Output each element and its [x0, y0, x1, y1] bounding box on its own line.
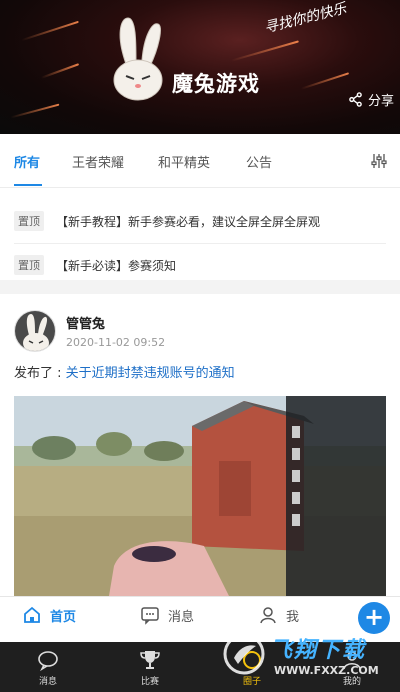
sys-tab-messages[interactable]: 消息 — [18, 648, 78, 687]
post-timestamp: 2020-11-02 09:52 — [66, 336, 166, 349]
notice-title: 【新手教程】新手参赛必看，建议全屏全屏全屏观 — [56, 214, 321, 229]
user-icon — [260, 607, 276, 624]
bunny-logo-icon — [113, 17, 163, 101]
share-label: 分享 — [367, 94, 394, 109]
slogan: 寻找你的快乐 — [262, 0, 349, 37]
share-icon — [349, 92, 362, 107]
nav-messages[interactable]: 消息 — [140, 605, 194, 625]
post-link[interactable]: 关于近期封禁违规账号的通知 — [66, 366, 235, 381]
divider — [14, 243, 386, 244]
nav-me-label: 我 — [286, 609, 300, 625]
share-button[interactable]: 分享 — [348, 90, 394, 109]
active-tab-indicator — [14, 184, 42, 186]
category-tabs: 所有 王者荣耀 和平精英 公告 — [0, 134, 400, 188]
site-watermark: 飞翔下载 WWW.FXXZ.COM — [222, 628, 398, 688]
section-spacer — [0, 280, 400, 294]
chat-bubble-icon — [38, 651, 58, 672]
nav-home-label: 首页 — [50, 609, 77, 625]
home-icon — [24, 606, 40, 623]
nav-home[interactable]: 首页 — [22, 605, 76, 625]
sys-tab-contest[interactable]: 比赛 — [120, 648, 180, 687]
post-content: 发布了 : 关于近期封禁违规账号的通知 — [14, 362, 235, 381]
post-prefix: 发布了 : — [14, 366, 66, 381]
notice-title: 【新手必读】参赛须知 — [56, 258, 177, 273]
brand-title: 魔兔游戏 — [172, 72, 260, 96]
avatar[interactable] — [14, 310, 56, 352]
post-image[interactable] — [14, 396, 386, 596]
post-author[interactable]: 管管兔 — [66, 313, 105, 332]
pin-badge: 置顶 — [14, 211, 44, 231]
nav-me[interactable]: 我 — [258, 605, 299, 625]
pinned-notice[interactable]: 置顶 【新手教程】新手参赛必看，建议全屏全屏全屏观 — [14, 203, 386, 239]
pinned-notice[interactable]: 置顶 【新手必读】参赛须知 — [14, 247, 386, 283]
tab-announcement[interactable]: 公告 — [246, 152, 272, 171]
bunny-avatar-icon — [15, 311, 55, 351]
tab-honor-of-kings[interactable]: 王者荣耀 — [72, 152, 124, 171]
watermark-url: WWW.FXXZ.COM — [274, 664, 379, 677]
watermark-logo-icon — [223, 633, 265, 675]
tab-all[interactable]: 所有 — [14, 152, 40, 171]
sys-tab-label: 消息 — [38, 677, 57, 687]
trophy-icon — [140, 651, 160, 669]
header-banner: 魔兔游戏 寻找你的快乐 分享 — [0, 0, 400, 134]
tab-peace-elite[interactable]: 和平精英 — [158, 152, 210, 171]
nav-messages-label: 消息 — [168, 609, 195, 625]
watermark-title: 飞翔下载 — [270, 638, 367, 663]
game-screenshot-image — [14, 396, 386, 596]
pin-badge: 置顶 — [14, 255, 44, 275]
filter-settings-icon[interactable] — [370, 152, 388, 170]
sys-tab-label: 比赛 — [140, 677, 159, 687]
message-icon — [141, 607, 159, 625]
